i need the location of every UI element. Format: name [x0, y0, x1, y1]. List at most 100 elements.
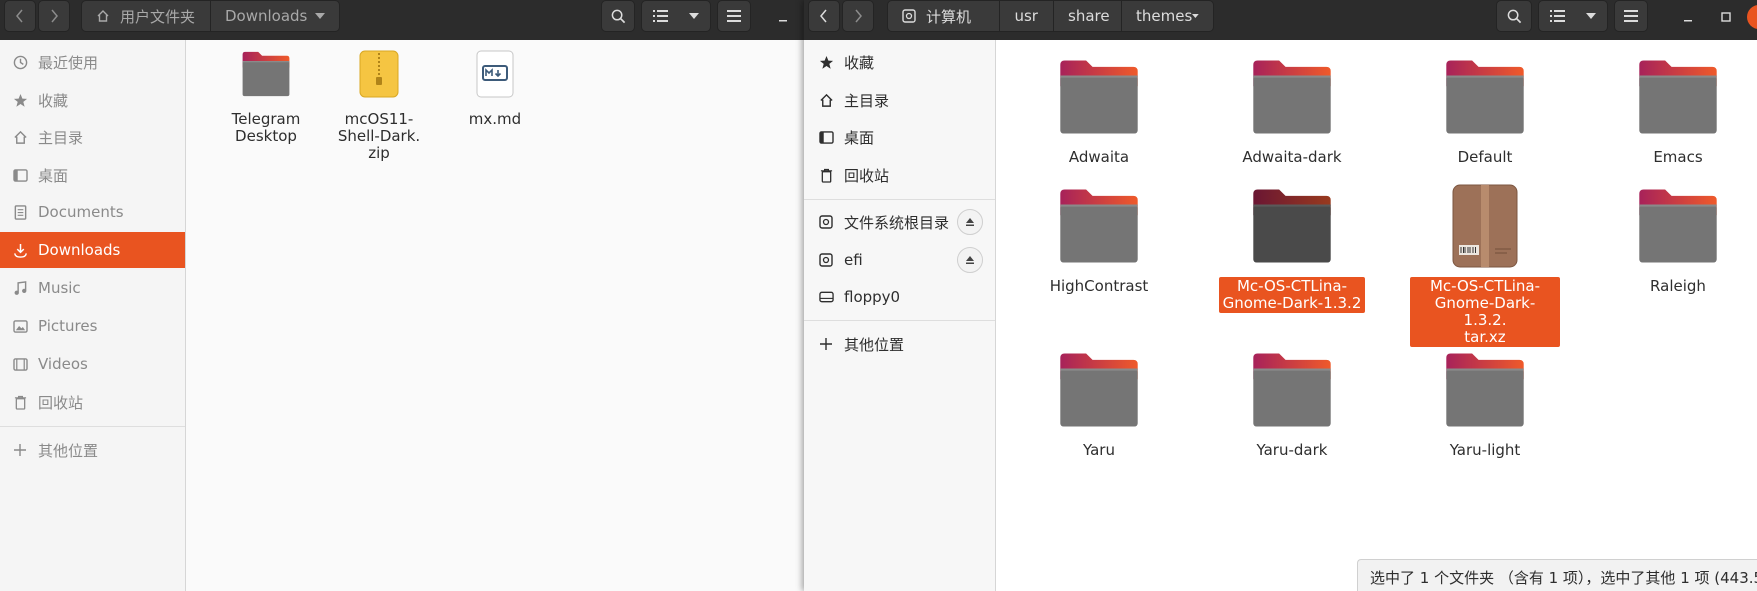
sidebar-item-trash[interactable]: 回收站: [0, 384, 185, 420]
minimize-button[interactable]: [770, 4, 796, 30]
clock-icon: [12, 54, 28, 70]
disk-icon: [902, 9, 916, 23]
search-button[interactable]: [601, 0, 635, 32]
caret-down-icon: [689, 13, 700, 19]
sidebar-item-home[interactable]: 主目录: [804, 82, 995, 118]
sidebar-item-efi[interactable]: efi: [804, 242, 995, 278]
sidebar-divider: [804, 199, 995, 200]
zip-archive-icon: [349, 44, 409, 104]
back-button[interactable]: [808, 0, 840, 32]
sidebar-item-home[interactable]: 主目录: [0, 119, 185, 155]
breadcrumb-usr[interactable]: usr: [1000, 1, 1054, 31]
status-text: 选中了 1 个文件夹 （含有 1 项），选中了其他 1 项 (443.5 kB): [1370, 569, 1757, 587]
file-item-mx-md[interactable]: mx.md: [420, 44, 570, 129]
sidebar-item-desktop[interactable]: 桌面: [804, 119, 995, 155]
file-item-default[interactable]: Default: [1410, 52, 1560, 167]
folder-icon: [1054, 52, 1144, 142]
menu-button[interactable]: [1614, 0, 1648, 32]
file-item-yaru-dark[interactable]: Yaru-dark: [1217, 345, 1367, 460]
file-name: mx.md: [468, 110, 522, 128]
file-name: Yaru-light: [1449, 441, 1521, 459]
back-button[interactable]: [4, 0, 36, 32]
file-item-emacs[interactable]: Emacs: [1603, 52, 1753, 167]
sidebar-item-label: 收藏: [844, 53, 875, 72]
file-item-yaru[interactable]: Yaru: [1024, 345, 1174, 460]
sidebar-item-recent[interactable]: 最近使用: [0, 44, 185, 80]
file-name: Yaru: [1083, 441, 1115, 459]
chevron-right-icon: [855, 9, 862, 23]
eject-button[interactable]: [957, 209, 983, 235]
folder-icon: [1440, 345, 1530, 435]
breadcrumb-home-label: 用户文件夹: [120, 7, 196, 26]
left-path-bar: 用户文件夹 Downloads: [81, 0, 340, 32]
breadcrumb-home[interactable]: 用户文件夹: [82, 1, 211, 31]
left-file-manager-window: 用户文件夹 Downloads 最近使用 收藏 主目录 桌面 Documents…: [0, 0, 804, 591]
desktop-icon: [12, 167, 28, 183]
folder-icon: [1247, 345, 1337, 435]
breadcrumb-computer[interactable]: 计算机: [888, 1, 1001, 31]
sidebar-item-other-locations[interactable]: 其他位置: [804, 326, 995, 362]
sidebar-item-label: Videos: [38, 355, 88, 373]
left-sidebar: 最近使用 收藏 主目录 桌面 Documents Downloads Music: [0, 40, 186, 591]
picture-icon: [12, 318, 28, 334]
sidebar-item-label: 桌面: [38, 166, 69, 185]
close-button[interactable]: [1747, 5, 1757, 29]
sidebar-item-label: 主目录: [844, 91, 890, 110]
eject-icon: [966, 256, 974, 264]
minimize-icon: [779, 20, 787, 22]
search-button[interactable]: [1496, 0, 1532, 32]
view-options-button[interactable]: [641, 0, 711, 32]
sidebar-item-desktop[interactable]: 桌面: [0, 157, 185, 193]
download-icon: [12, 242, 28, 258]
sidebar-item-label: floppy0: [844, 288, 901, 306]
breadcrumb-downloads-label: Downloads: [225, 7, 308, 25]
breadcrumb-themes[interactable]: themes: [1122, 1, 1213, 31]
eject-button[interactable]: [957, 247, 983, 273]
home-icon: [818, 92, 834, 108]
right-path-bar: 计算机 usr share themes: [887, 0, 1214, 32]
breadcrumb-share-label: share: [1068, 7, 1110, 25]
sidebar-item-starred[interactable]: 收藏: [804, 44, 995, 80]
sidebar-item-downloads[interactable]: Downloads: [0, 232, 185, 268]
sidebar-item-starred[interactable]: 收藏: [0, 82, 185, 118]
file-item-mc-os-ctlina-folder[interactable]: Mc-OS-CTLina- Gnome-Dark-1.3.2: [1217, 181, 1367, 313]
sidebar-item-filesystem-root[interactable]: 文件系统根目录: [804, 204, 995, 240]
breadcrumb-downloads[interactable]: Downloads: [211, 1, 339, 31]
file-item-mc-os-ctlina-tar-xz[interactable]: Mc-OS-CTLina- Gnome-Dark-1.3.2. tar.xz: [1410, 181, 1560, 347]
sidebar-item-label: Music: [38, 279, 81, 297]
caret-down-icon: [315, 13, 325, 19]
forward-button[interactable]: [842, 0, 874, 32]
sidebar-item-music[interactable]: Music: [0, 270, 185, 306]
sidebar-item-label: Pictures: [38, 317, 98, 335]
file-name: HighContrast: [1049, 277, 1149, 295]
folder-icon: [1633, 52, 1723, 142]
breadcrumb-share[interactable]: share: [1054, 1, 1122, 31]
file-item-adwaita[interactable]: Adwaita: [1024, 52, 1174, 167]
file-name: Emacs: [1653, 148, 1703, 166]
sidebar-item-label: 其他位置: [38, 441, 99, 460]
sidebar-item-trash[interactable]: 回收站: [804, 157, 995, 193]
sidebar-divider: [804, 320, 995, 321]
file-item-yaru-light[interactable]: Yaru-light: [1410, 345, 1560, 460]
caret-down-icon: [1586, 13, 1597, 19]
file-item-highcontrast[interactable]: HighContrast: [1024, 181, 1174, 296]
sidebar-item-documents[interactable]: Documents: [0, 194, 185, 230]
trash-icon: [818, 167, 834, 183]
sidebar-item-label: 其他位置: [844, 335, 905, 354]
sidebar-item-pictures[interactable]: Pictures: [0, 308, 185, 344]
forward-button[interactable]: [38, 0, 70, 32]
file-name: Raleigh: [1650, 277, 1706, 295]
folder-icon: [1440, 52, 1530, 142]
view-options-button[interactable]: [1538, 0, 1608, 32]
file-item-raleigh[interactable]: Raleigh: [1603, 181, 1753, 296]
file-item-adwaita-dark[interactable]: Adwaita-dark: [1217, 52, 1367, 167]
sidebar-item-other-locations[interactable]: 其他位置: [0, 432, 185, 468]
sidebar-item-label: 文件系统根目录: [844, 213, 950, 232]
sidebar-item-videos[interactable]: Videos: [0, 346, 185, 382]
menu-button[interactable]: [717, 0, 751, 32]
chevron-right-icon: [51, 9, 58, 23]
maximize-button[interactable]: [1713, 4, 1739, 30]
star-icon: [818, 54, 834, 70]
sidebar-item-floppy0[interactable]: floppy0: [804, 279, 995, 315]
minimize-button[interactable]: [1675, 4, 1701, 30]
